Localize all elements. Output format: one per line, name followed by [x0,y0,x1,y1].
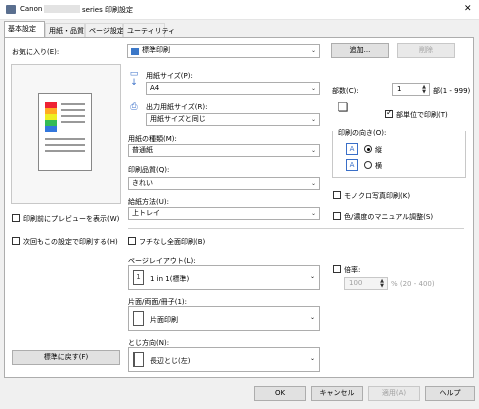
preview-checkbox[interactable] [12,214,20,222]
print-quality-dropdown[interactable]: きれい ⌄ [128,177,320,190]
preview-panel [11,64,121,204]
binding-dropdown[interactable]: 長辺とじ(左) ⌄ [128,347,320,372]
tab-paper-quality[interactable]: 用紙・品質 [45,23,85,37]
chevron-down-icon: ⌄ [309,355,315,362]
page-layout-dropdown[interactable]: 1 1 in 1(標準) ⌄ [128,265,320,290]
chevron-down-icon: ⌄ [310,116,316,123]
page-size-label: 用紙サイズ(P): [146,72,193,80]
borderless-checkbox[interactable] [128,237,136,245]
output-size-value: 用紙サイズと同じ [150,115,206,123]
tab-page-setup[interactable]: ページ設定 [85,23,124,37]
duplex-page-icon [133,311,144,326]
grayscale-checkbox[interactable] [333,191,341,199]
window-title-suffix: series 印刷設定 [82,6,133,14]
window-title-prefix: Canon [20,5,43,13]
portrait-label: 縦 [375,146,382,154]
preview-page [38,93,92,171]
spin-icon[interactable]: ▲ ▼ [422,85,426,95]
chevron-down-icon: ⌄ [309,314,315,321]
scaling-range: % (20 - 400) [391,280,435,288]
add-button[interactable]: 追加... [331,43,389,58]
portrait-radio[interactable] [364,145,372,153]
preview-color-bars [45,102,57,132]
favorites-value: 標準印刷 [142,46,170,54]
page-size-value: A4 [150,84,160,92]
next-time-checkbox[interactable] [12,237,20,245]
portrait-icon: A [346,143,358,155]
media-type-value: 普通紙 [132,146,153,154]
output-size-icon: ⎙ [130,102,138,112]
paper-source-label: 給紙方法(U): [128,198,169,206]
preview-text-line [45,144,85,146]
cancel-button[interactable]: キャンセル [311,386,363,401]
media-type-label: 用紙の種類(M): [128,135,177,143]
copies-input[interactable]: 1 ▲ ▼ [392,83,430,96]
output-size-label: 出力用紙サイズ(R): [146,103,208,111]
tab-basic[interactable]: 基本設定 [4,21,45,37]
binding-page-icon [133,352,144,367]
color-manual-label: 色/濃度のマニュアル調整(S) [344,213,434,221]
spin-icon: ▲ ▼ [380,278,384,289]
chevron-down-icon: ⌄ [310,47,316,54]
chevron-down-icon: ⌄ [309,273,315,280]
preview-label: 印刷前にプレビューを表示(W) [23,215,120,223]
help-button[interactable]: ヘルプ [425,386,475,401]
chevron-down-icon: ⌄ [310,85,316,92]
paper-source-value: 上トレイ [132,209,160,217]
preview-text-line [61,103,85,105]
preview-text-line [45,150,85,152]
collate-label: 部単位で印刷(T) [396,111,448,119]
scaling-input[interactable]: 100 ▲ ▼ [344,277,388,290]
paper-source-dropdown[interactable]: 上トレイ ⌄ [128,207,320,220]
color-manual-checkbox[interactable] [333,212,341,220]
defaults-button[interactable]: 標準に戻す(F) [12,350,120,365]
printer-icon [6,5,16,14]
print-quality-label: 印刷品質(Q): [128,166,170,174]
page-layout-icon: 1 [133,270,144,285]
landscape-icon: A [346,159,358,171]
copies-value: 1 [397,85,402,93]
next-time-label: 次回もこの設定で印刷する(H) [23,238,118,246]
delete-button[interactable]: 削除 [397,43,455,58]
title-bar: Canon series 印刷設定 ✕ [0,0,479,20]
apply-button[interactable]: 適用(A) [368,386,420,401]
copies-range: 部(1 - 999) [433,87,471,95]
favorites-dropdown[interactable]: 標準印刷 ⌄ [127,44,320,58]
landscape-radio[interactable] [364,161,372,169]
page-size-icon: ▭ ↓ [129,69,139,88]
duplex-dropdown[interactable]: 片面印刷 ⌄ [128,306,320,331]
media-type-dropdown[interactable]: 普通紙 ⌄ [128,144,320,157]
preview-text-line [61,109,85,111]
preview-text-line [61,121,85,123]
landscape-label: 横 [375,162,382,170]
preview-text-line [61,115,85,117]
print-quality-value: きれい [132,179,153,187]
scaling-checkbox[interactable] [333,265,341,273]
chevron-down-icon: ⌄ [310,210,316,217]
scaling-label: 倍率: [344,266,361,274]
title-redacted [44,5,80,13]
page-size-dropdown[interactable]: A4 ⌄ [146,82,320,95]
favorites-icon [131,48,139,55]
duplex-value: 片面印刷 [150,316,178,324]
ok-button[interactable]: OK [254,386,306,401]
collate-icon: ❏ [337,100,349,114]
collate-checkbox[interactable] [385,108,393,118]
close-icon[interactable]: ✕ [464,4,472,14]
grayscale-label: モノクロ写真印刷(K) [344,192,411,200]
tab-utility[interactable]: ユーティリティ [123,23,175,37]
binding-value: 長辺とじ(左) [150,357,191,365]
favorites-label: お気に入り(E): [12,48,60,56]
chevron-down-icon: ⌄ [310,147,316,154]
scaling-value: 100 [349,279,363,287]
copies-label: 部数(C): [332,87,359,95]
page-layout-value: 1 in 1(標準) [150,275,190,283]
chevron-down-icon: ⌄ [310,180,316,187]
preview-text-line [45,138,85,140]
output-size-dropdown[interactable]: 用紙サイズと同じ ⌄ [146,113,320,126]
divider [128,228,464,229]
borderless-label: フチなし全面印刷(B) [139,238,206,246]
